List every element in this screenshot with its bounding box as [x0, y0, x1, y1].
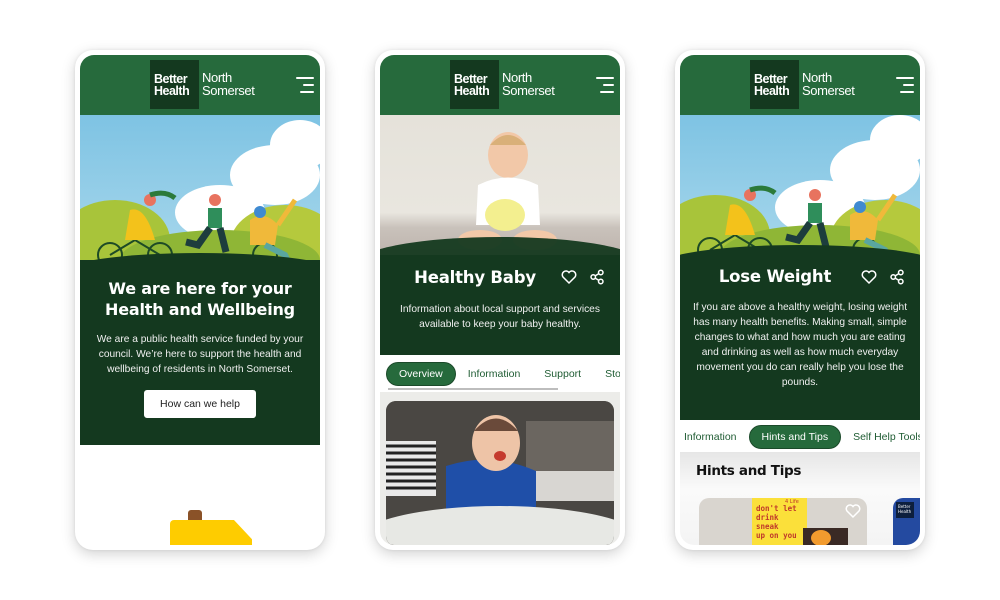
- region-name: North Somerset: [202, 70, 255, 98]
- menu-icon[interactable]: [592, 75, 614, 95]
- tab-information[interactable]: Information: [456, 363, 533, 385]
- phone-screen: Better Health North Somerset: [680, 55, 920, 545]
- page-description: Information about local support and serv…: [400, 304, 600, 330]
- overview-card[interactable]: [386, 401, 614, 545]
- tab-information[interactable]: Information: [680, 426, 749, 448]
- page-description: If you are above a healthy weight, losin…: [692, 302, 908, 388]
- site-header: Better Health North Somerset: [380, 55, 620, 115]
- share-icon[interactable]: [888, 268, 906, 286]
- how-can-we-help-button[interactable]: How can we help: [144, 390, 256, 418]
- better-health-logo[interactable]: Better Health: [450, 60, 499, 109]
- tab-hints-and-tips[interactable]: Hints and Tips: [748, 425, 842, 449]
- better-health-logo[interactable]: Better Health: [150, 60, 199, 109]
- phone-screen: Better Health North Somerset Healthy Bab…: [380, 55, 620, 545]
- heart-icon[interactable]: [560, 268, 578, 286]
- phone-mockup-home: Better Health North Somerset We are here…: [75, 50, 325, 550]
- tab-bar: Information Hints and Tips Self Help Too…: [680, 422, 920, 452]
- tab-support[interactable]: Support: [532, 363, 593, 385]
- hero-title: We are here for your Health and Wellbein…: [105, 279, 295, 319]
- hero-description: We are a public health service funded by…: [96, 334, 304, 375]
- share-icon[interactable]: [588, 268, 606, 286]
- tab-self-help-tools[interactable]: Self Help Tools: [841, 426, 920, 448]
- phone-mockup-healthy-baby: Better Health North Somerset Healthy Bab…: [375, 50, 625, 550]
- site-header: Better Health North Somerset: [80, 55, 320, 115]
- menu-icon[interactable]: [292, 75, 314, 95]
- hero-illustration: [680, 115, 920, 260]
- hint-card[interactable]: don't let drink sneak up on you 4 Life: [699, 498, 867, 545]
- page-title: Lose Weight: [718, 267, 832, 286]
- heart-icon[interactable]: [844, 502, 862, 520]
- yellow-illustration-fragment: [170, 510, 265, 545]
- phone-mockup-lose-weight: Better Health North Somerset Lose Weight…: [675, 50, 925, 550]
- phone-screen: Better Health North Somerset: [80, 55, 320, 545]
- tab-stories[interactable]: Sto: [593, 363, 620, 385]
- region-name: North Somerset: [502, 70, 555, 98]
- hero-panel: We are here for your Health and Wellbein…: [80, 260, 320, 445]
- tab-overview[interactable]: Overview: [386, 362, 456, 386]
- better-health-logo: Better Health: [896, 502, 914, 518]
- region-name: North Somerset: [802, 70, 855, 98]
- tab-scrollbar[interactable]: [388, 388, 558, 390]
- section-title: Hints and Tips: [696, 463, 802, 479]
- menu-icon[interactable]: [892, 75, 914, 95]
- topic-panel: Healthy Baby Information about local sup…: [380, 255, 620, 355]
- hint-card[interactable]: Better Health: [893, 498, 920, 545]
- drink-poster: don't let drink sneak up on you: [752, 498, 807, 545]
- better-health-logo[interactable]: Better Health: [750, 60, 799, 109]
- page-title: Healthy Baby: [414, 268, 536, 287]
- topic-panel: Lose Weight If you are above a healthy w…: [680, 255, 920, 420]
- hero-illustration: [80, 115, 320, 265]
- baby-hero-photo: [380, 115, 620, 265]
- heart-icon[interactable]: [860, 268, 878, 286]
- site-header: Better Health North Somerset: [680, 55, 920, 115]
- tab-bar: Overview Information Support Sto: [380, 359, 620, 389]
